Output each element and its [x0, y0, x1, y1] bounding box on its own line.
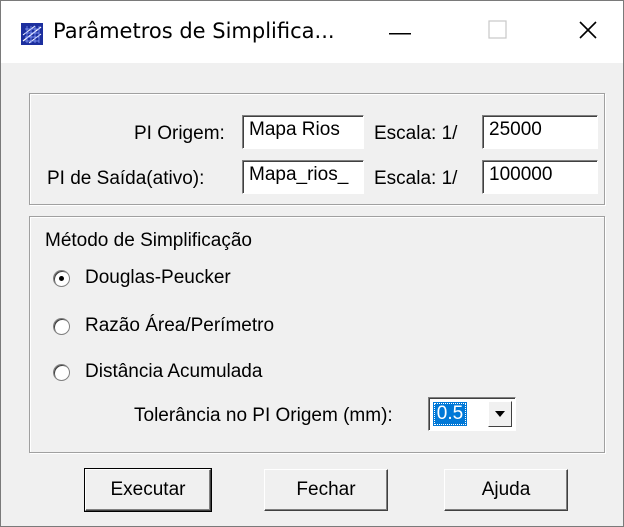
source-scale-field[interactable]: 25000 — [482, 115, 598, 149]
chevron-down-icon — [494, 405, 506, 423]
minimize-icon — [389, 23, 411, 41]
output-scale-label: Escala: 1/ — [374, 168, 458, 189]
output-label: PI de Saída(ativo): — [47, 168, 205, 189]
source-label: PI Origem: — [134, 123, 225, 144]
close-dialog-button[interactable]: Fechar — [264, 469, 388, 511]
tolerance-value: 0.5 — [433, 402, 467, 426]
app-icon — [21, 23, 43, 45]
help-button[interactable]: Ajuda — [444, 469, 568, 511]
radio-label[interactable]: Razão Área/Perímetro — [85, 315, 274, 337]
minimize-button[interactable] — [377, 13, 423, 51]
tolerance-label: Tolerância no PI Origem (mm): — [134, 405, 393, 426]
maximize-icon — [488, 19, 508, 45]
radio-label[interactable]: Douglas-Peucker — [85, 267, 231, 289]
execute-button[interactable]: Executar — [84, 468, 212, 512]
radio-button[interactable] — [53, 364, 70, 381]
output-scale-field[interactable]: 100000 — [482, 160, 598, 194]
close-button[interactable] — [565, 13, 611, 51]
title-bar[interactable]: Parâmetros de Simplifica... — [1, 1, 623, 63]
method-group-label: Método de Simplificação — [41, 230, 256, 252]
source-layer-field[interactable]: Mapa Rios — [242, 115, 364, 149]
window-title: Parâmetros de Simplifica... — [53, 19, 335, 43]
maximize-button — [475, 13, 521, 51]
radio-label[interactable]: Distância Acumulada — [85, 361, 262, 383]
radio-button[interactable] — [53, 270, 70, 287]
dropdown-button[interactable] — [488, 401, 512, 427]
radio-button[interactable] — [53, 318, 70, 335]
radio-selected-dot — [59, 276, 64, 281]
close-icon — [578, 20, 598, 45]
output-layer-field[interactable]: Mapa_rios_ — [242, 160, 364, 194]
source-scale-label: Escala: 1/ — [374, 123, 458, 144]
tolerance-select[interactable]: 0.5 — [428, 397, 516, 431]
dialog-window: Parâmetros de Simplifica... PI Origem: M… — [0, 0, 624, 527]
